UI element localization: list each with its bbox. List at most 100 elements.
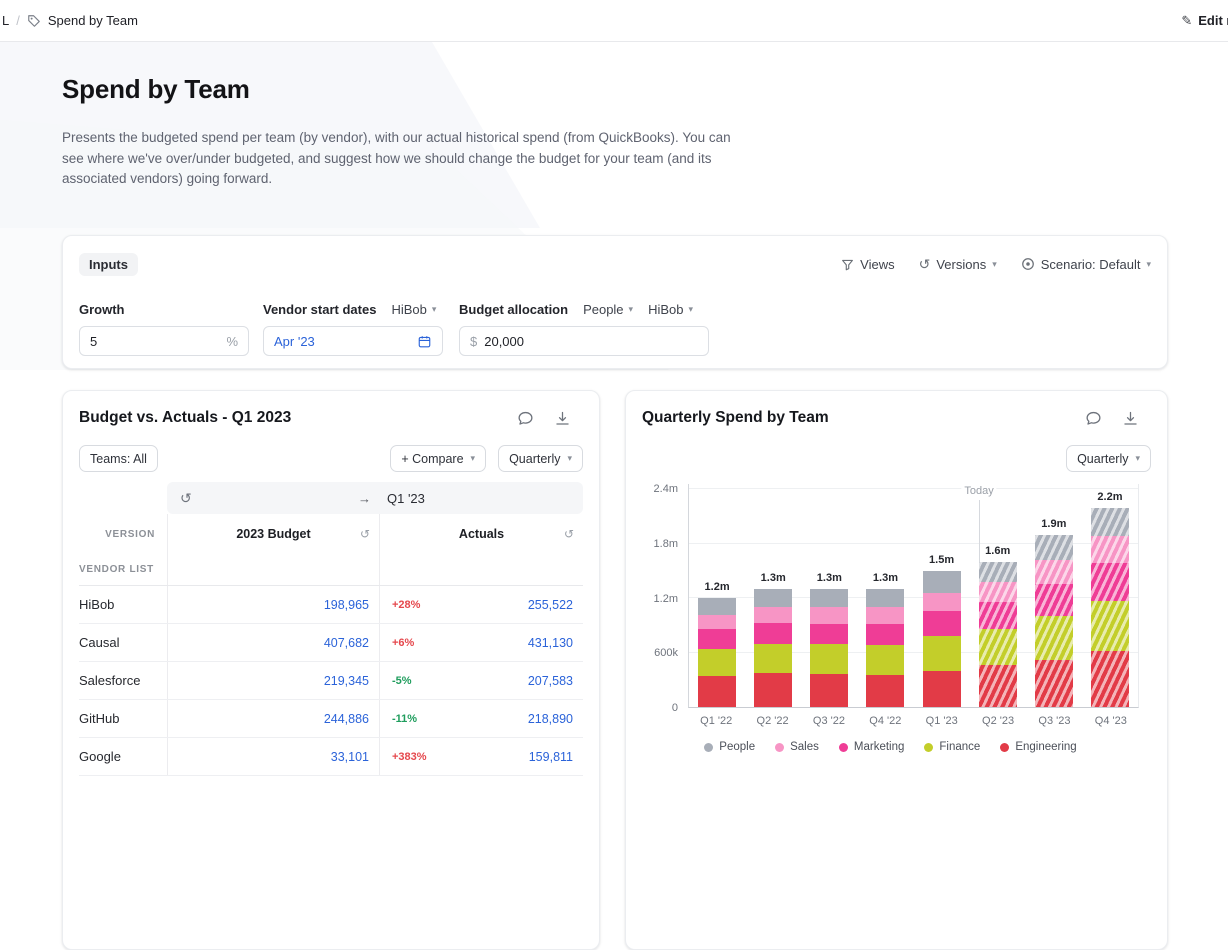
scenario-button[interactable]: Scenario: Default ▾	[1021, 257, 1151, 272]
vendor-name[interactable]: Causal	[79, 635, 167, 650]
team-select[interactable]: People ▾	[583, 302, 633, 317]
bar-segment[interactable]	[1090, 562, 1129, 601]
bar-segment[interactable]	[866, 623, 905, 646]
stacked-bar[interactable]	[1034, 534, 1073, 707]
vendor-name[interactable]: Google	[79, 749, 167, 764]
legend-item[interactable]: Marketing	[838, 741, 904, 753]
next-period-arrow[interactable]: →	[358, 491, 371, 506]
current-period-label[interactable]: Q1 '23	[387, 491, 425, 506]
bar-segment[interactable]	[1090, 600, 1129, 651]
vendor-select[interactable]: HiBob ▾	[391, 302, 436, 317]
legend-item[interactable]: Engineering	[1000, 741, 1077, 753]
legend-item[interactable]: Finance	[924, 741, 980, 753]
versions-button[interactable]: ↺ Versions ▾	[919, 257, 997, 272]
allocation-vendor-select[interactable]: HiBob ▾	[648, 302, 693, 317]
bar-segment[interactable]	[978, 601, 1017, 630]
bar-segment[interactable]	[922, 610, 961, 637]
legend-item[interactable]: Sales	[775, 741, 819, 753]
y-axis-labels: 0 600k 1.2m 1.8m 2.4m	[642, 483, 688, 714]
bar-segment[interactable]	[754, 589, 793, 608]
actuals-value[interactable]: 218,890	[528, 712, 573, 726]
vendor-name[interactable]: HiBob	[79, 597, 167, 612]
actuals-value[interactable]: 207,583	[528, 674, 573, 688]
budget-allocation-input[interactable]: $ 20,000	[459, 326, 709, 356]
bar-segment[interactable]	[810, 607, 849, 624]
bar-segment[interactable]	[978, 581, 1017, 602]
bar-segment[interactable]	[810, 644, 849, 675]
stacked-bar[interactable]	[1090, 507, 1129, 707]
bar-segment[interactable]	[866, 645, 905, 676]
bar-segment[interactable]	[754, 607, 793, 623]
compare-button[interactable]: + Compare ▾	[390, 445, 487, 472]
bar-segment[interactable]	[698, 614, 737, 630]
vendor-name[interactable]: GitHub	[79, 711, 167, 726]
inputs-tab[interactable]: Inputs	[79, 252, 138, 276]
bar-segment[interactable]	[1034, 560, 1073, 584]
bar-segment[interactable]	[1034, 616, 1073, 660]
legend-item[interactable]: People	[704, 741, 755, 753]
history-icon[interactable]: ↺	[360, 527, 370, 541]
topbar: L / Spend by Team ✎ Edit m	[0, 0, 1228, 42]
bar-segment[interactable]	[978, 629, 1017, 666]
budget-value[interactable]: 198,965	[167, 586, 379, 623]
comment-icon[interactable]	[517, 410, 534, 427]
bar-segment[interactable]	[1090, 507, 1129, 536]
bar-segment[interactable]	[866, 589, 905, 608]
bar-segment[interactable]	[1034, 534, 1073, 561]
period-dropdown[interactable]: Quarterly ▾	[1066, 445, 1151, 472]
stacked-bar[interactable]	[978, 561, 1017, 707]
bar-segment[interactable]	[810, 589, 849, 608]
bar-segment[interactable]	[978, 561, 1017, 582]
budget-value[interactable]: 33,101	[167, 738, 379, 775]
bar-segment[interactable]	[922, 636, 961, 671]
bar-segment[interactable]	[698, 629, 737, 649]
bar-segment[interactable]	[866, 675, 905, 707]
bar-segment[interactable]	[754, 622, 793, 645]
teams-filter-chip[interactable]: Teams: All	[79, 445, 158, 472]
actuals-value[interactable]: 159,811	[529, 750, 573, 764]
bar-segment[interactable]	[922, 571, 961, 593]
views-button[interactable]: Views	[841, 257, 895, 272]
bar-segment[interactable]	[754, 644, 793, 674]
bar-segment[interactable]	[810, 674, 849, 707]
stacked-bar[interactable]	[810, 589, 849, 707]
column-actuals[interactable]: Actuals ↺	[379, 514, 583, 554]
bar-segment[interactable]	[754, 673, 793, 707]
legend-label: Finance	[939, 741, 981, 753]
bar-segment[interactable]	[1034, 659, 1073, 707]
stacked-bar[interactable]	[754, 589, 793, 707]
actuals-value[interactable]: 431,130	[528, 636, 573, 650]
comment-icon[interactable]	[1085, 410, 1102, 427]
stacked-bar[interactable]	[922, 571, 961, 707]
bar-segment[interactable]	[698, 676, 737, 707]
budget-value[interactable]: 407,682	[167, 624, 379, 661]
history-icon[interactable]: ↺	[180, 491, 192, 505]
bar-segment[interactable]	[1090, 535, 1129, 563]
budget-value[interactable]: 219,345	[167, 662, 379, 699]
bar-segment[interactable]	[978, 665, 1017, 707]
edit-model-button[interactable]: ✎ Edit m	[1181, 13, 1228, 29]
actuals-value[interactable]: 255,522	[528, 598, 573, 612]
stacked-bar[interactable]	[866, 589, 905, 707]
x-tick-label: Q3 '23	[1038, 715, 1071, 727]
bar-segment[interactable]	[1034, 583, 1073, 617]
bar-segment[interactable]	[922, 670, 961, 707]
period-dropdown[interactable]: Quarterly ▾	[498, 445, 583, 472]
column-budget[interactable]: 2023 Budget ↺	[167, 514, 379, 554]
bar-segment[interactable]	[922, 592, 961, 611]
bar-segment[interactable]	[698, 598, 737, 615]
start-date-input[interactable]: Apr '23	[263, 326, 443, 356]
vendor-name[interactable]: Salesforce	[79, 673, 167, 688]
budget-value[interactable]: 244,886	[167, 700, 379, 737]
download-icon[interactable]	[554, 410, 571, 427]
bar-segment[interactable]	[810, 623, 849, 645]
download-icon[interactable]	[1122, 410, 1139, 427]
breadcrumb-root[interactable]: L	[2, 13, 9, 28]
breadcrumb-current[interactable]: Spend by Team	[48, 13, 138, 28]
growth-input[interactable]: 5 %	[79, 326, 249, 356]
history-icon[interactable]: ↺	[564, 527, 574, 541]
bar-segment[interactable]	[698, 648, 737, 677]
stacked-bar[interactable]	[698, 598, 737, 707]
bar-segment[interactable]	[1090, 650, 1129, 707]
bar-segment[interactable]	[866, 607, 905, 624]
